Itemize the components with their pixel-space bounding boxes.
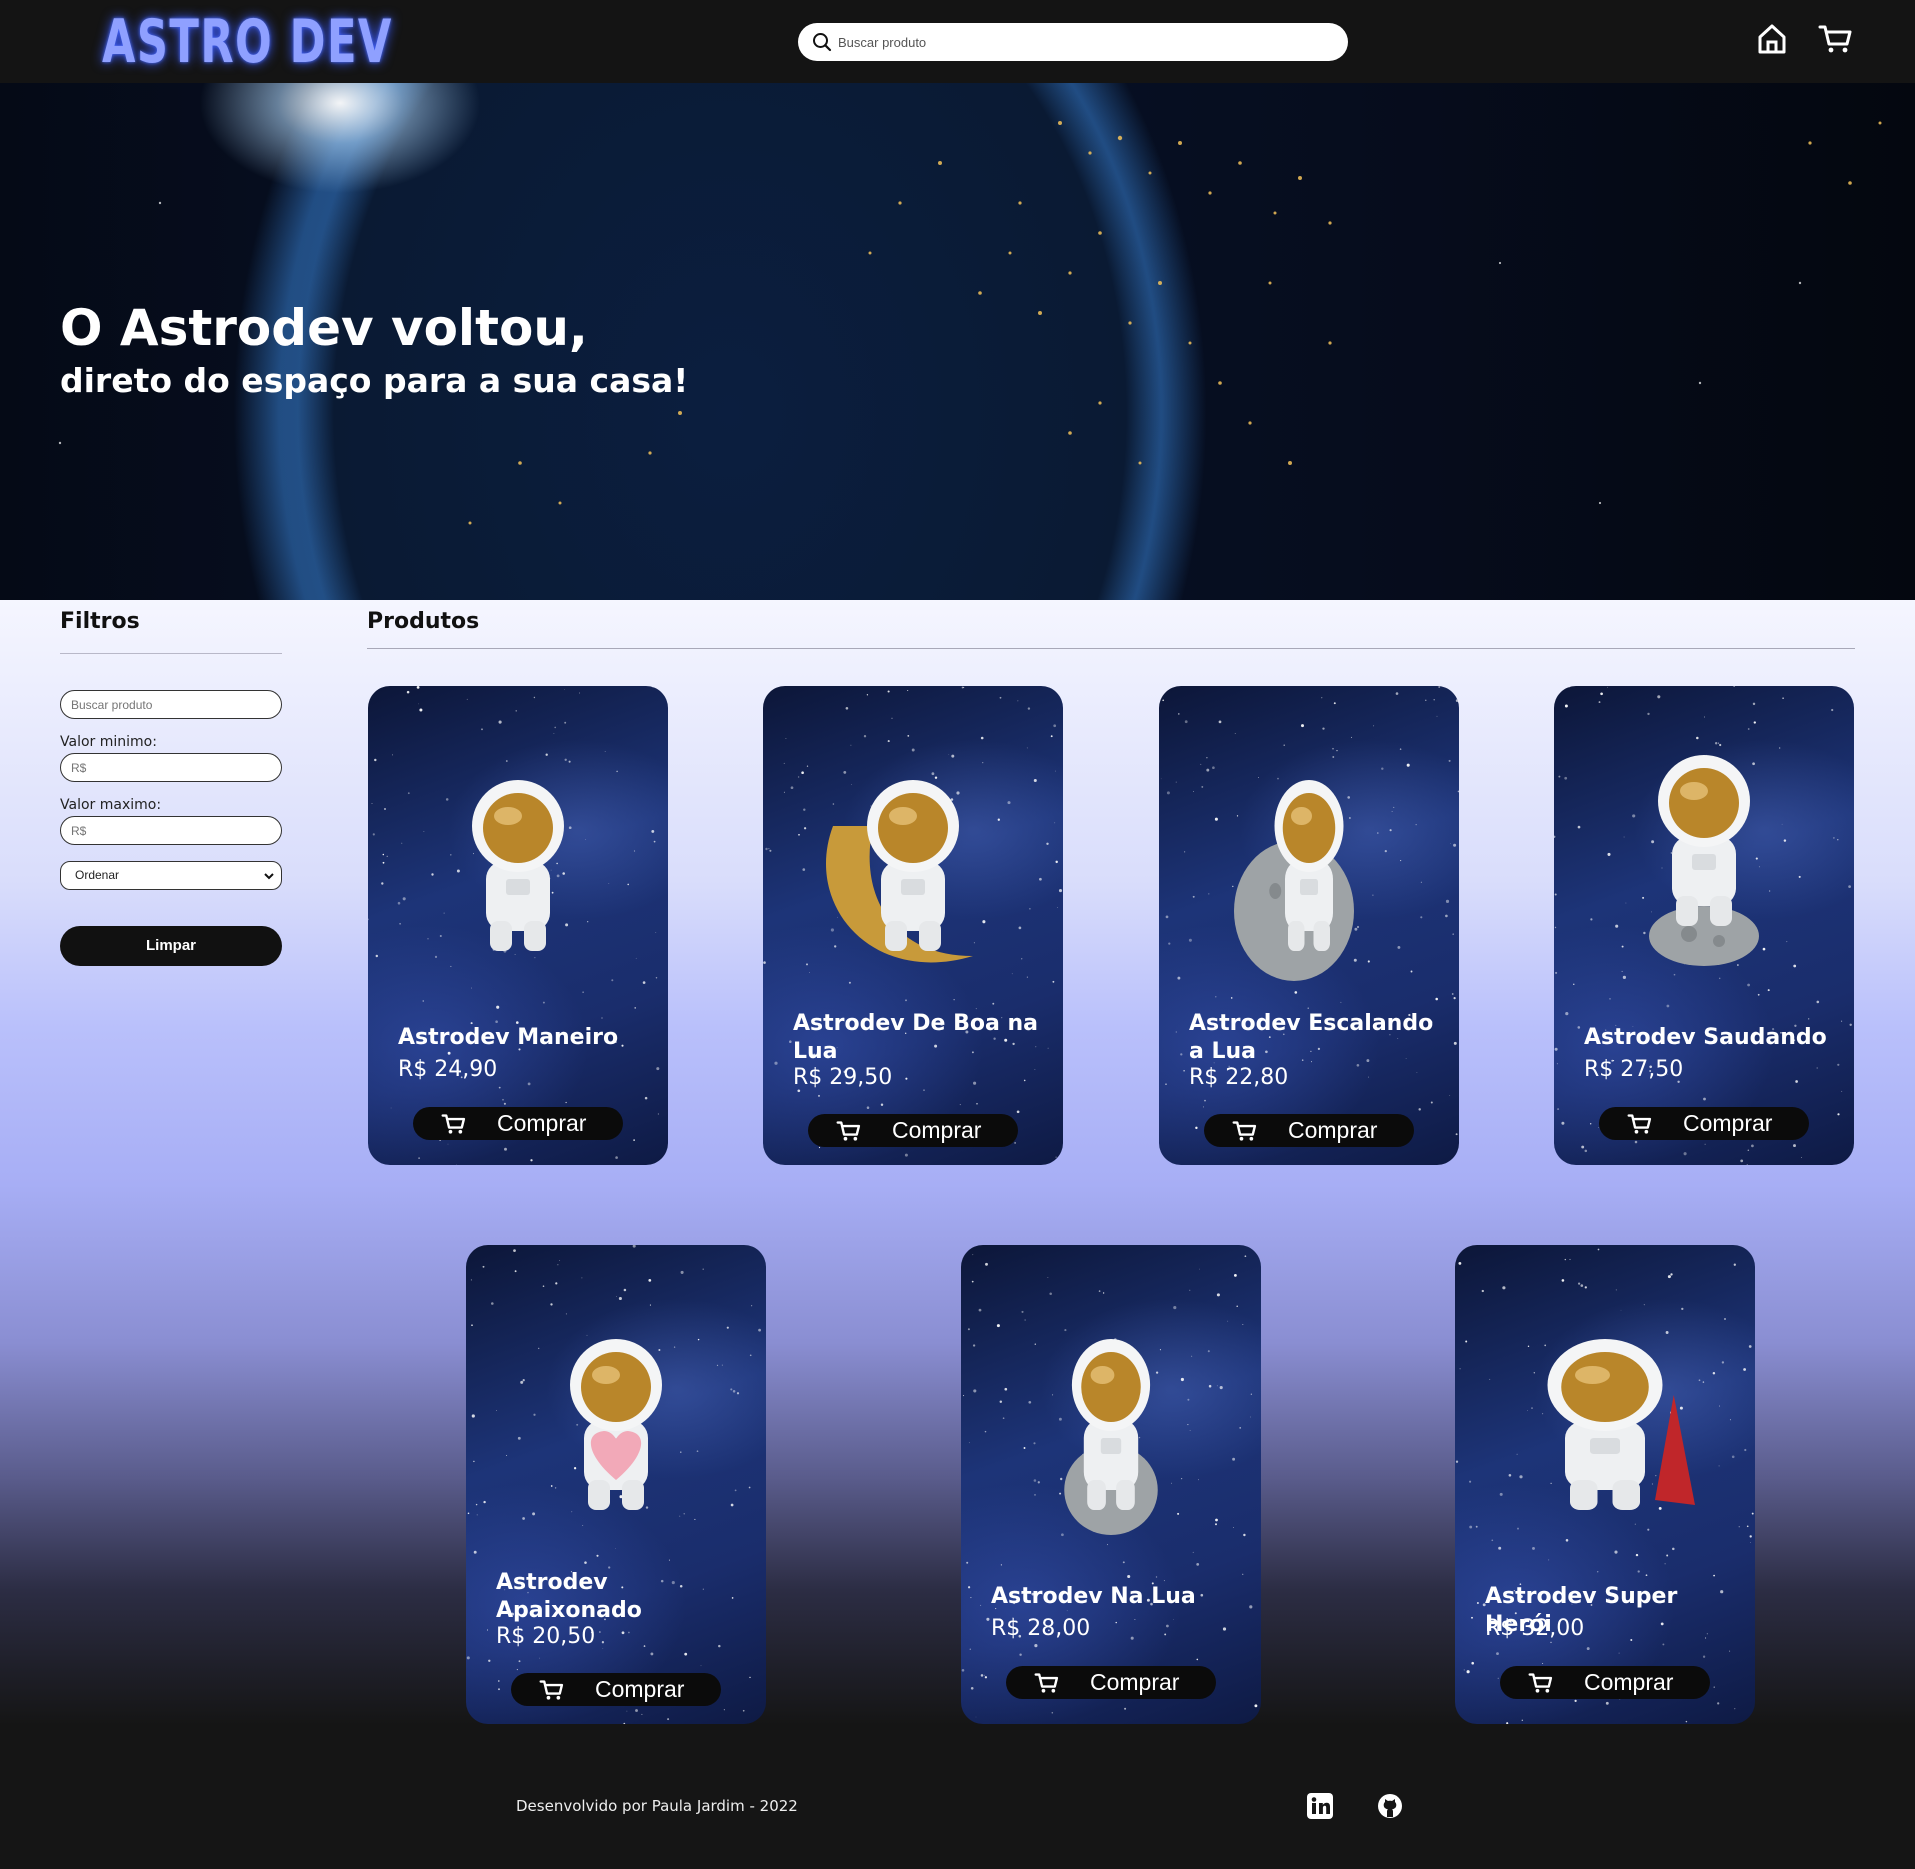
cart-icon: [1818, 25, 1852, 53]
product-price: R$ 32,00: [1485, 1616, 1585, 1641]
cart-icon: [1528, 1672, 1553, 1693]
cart-icon: [1232, 1120, 1257, 1141]
product-card[interactable]: Astrodev De Boa na Lua R$ 29,50 Comprar: [763, 686, 1063, 1165]
buy-button[interactable]: Comprar: [808, 1114, 1018, 1147]
product-image: [825, 780, 973, 963]
product-card[interactable]: Astrodev Maneiro R$ 24,90 Comprar: [368, 686, 668, 1165]
hero-title: O Astrodev voltou,: [60, 299, 588, 357]
main-content: Filtros Valor minimo: Valor maximo: Orde…: [0, 600, 1915, 1725]
filters-divider: [60, 653, 282, 654]
hero-subtitle: direto do espaço para a sua casa!: [60, 361, 689, 400]
filter-search-input[interactable]: [60, 690, 282, 719]
github-icon[interactable]: [1376, 1792, 1404, 1820]
cart-icon: [539, 1679, 564, 1700]
product-price: R$ 29,50: [793, 1065, 893, 1090]
product-price: R$ 27,50: [1584, 1057, 1684, 1082]
site-logo[interactable]: ASTRO DEV: [102, 2, 391, 82]
chevron-down-icon: [264, 873, 274, 880]
cart-icon: [836, 1120, 861, 1141]
product-image: [1064, 1339, 1158, 1535]
header-search-input[interactable]: [838, 34, 1348, 50]
linkedin-icon[interactable]: [1306, 1792, 1334, 1820]
product-image: [1547, 1339, 1695, 1510]
filters-panel: Filtros Valor minimo: Valor maximo: Orde…: [60, 600, 282, 966]
product-price: R$ 20,50: [496, 1624, 596, 1649]
buy-button-label: Comprar: [1090, 1669, 1180, 1695]
clear-filters-button[interactable]: Limpar: [60, 926, 282, 966]
min-value-input[interactable]: [60, 753, 282, 782]
products-title: Produtos: [367, 609, 480, 634]
product-card[interactable]: Astrodev Saudando R$ 27,50 Comprar: [1554, 686, 1854, 1165]
home-button[interactable]: [1753, 20, 1791, 58]
product-card[interactable]: Astrodev Super Herói R$ 32,00 Comprar: [1455, 1245, 1755, 1724]
product-name: Astrodev Na Lua: [991, 1584, 1196, 1609]
footer-credit: Desenvolvido por Paula Jardim - 2022: [516, 1797, 798, 1815]
product-image: [1649, 755, 1759, 966]
product-image: [570, 1339, 662, 1510]
max-value-input[interactable]: [60, 816, 282, 845]
product-card[interactable]: Astrodev Na Lua R$ 28,00 Comprar: [961, 1245, 1261, 1724]
site-footer: Desenvolvido por Paula Jardim - 2022: [0, 1725, 1915, 1869]
buy-button-label: Comprar: [1584, 1669, 1674, 1695]
sort-select[interactable]: Ordenar: [60, 861, 282, 890]
buy-button[interactable]: Comprar: [413, 1107, 623, 1140]
min-value-label: Valor minimo:: [60, 734, 157, 750]
buy-button-label: Comprar: [595, 1676, 685, 1702]
max-value-label: Valor maximo:: [60, 797, 162, 813]
cart-button[interactable]: [1817, 20, 1855, 58]
product-price: R$ 28,00: [991, 1616, 1091, 1641]
product-name: Astrodev Saudando: [1584, 1025, 1827, 1050]
buy-button-label: Comprar: [1288, 1117, 1378, 1143]
product-name: Astrodev Escalando a Lua: [1189, 1011, 1434, 1064]
product-price: R$ 22,80: [1189, 1065, 1289, 1090]
buy-button[interactable]: Comprar: [1006, 1666, 1216, 1699]
header-search-bar[interactable]: [798, 23, 1348, 61]
filters-title: Filtros: [60, 609, 140, 634]
cart-icon: [1627, 1113, 1652, 1134]
buy-button[interactable]: Comprar: [1500, 1666, 1710, 1699]
cart-icon: [441, 1113, 466, 1134]
product-price: R$ 24,90: [398, 1057, 498, 1082]
buy-button[interactable]: Comprar: [511, 1673, 721, 1706]
product-name: Astrodev De Boa na Lua: [793, 1011, 1039, 1064]
home-icon: [1758, 24, 1786, 54]
hero-banner: O Astrodev voltou, direto do espaço para…: [0, 83, 1915, 600]
cart-icon: [1034, 1672, 1059, 1693]
product-name: Astrodev Apaixonado: [496, 1570, 642, 1623]
search-icon: [813, 33, 832, 52]
buy-button[interactable]: Comprar: [1204, 1114, 1414, 1147]
product-card[interactable]: Astrodev Apaixonado R$ 20,50 Comprar: [466, 1245, 766, 1724]
product-name: Astrodev Maneiro: [398, 1025, 619, 1050]
product-image: [1234, 780, 1354, 981]
product-image: [472, 780, 564, 951]
buy-button[interactable]: Comprar: [1599, 1107, 1809, 1140]
sort-select-value: Ordenar: [75, 868, 120, 882]
products-divider: [367, 648, 1855, 649]
top-header: ASTRO DEV: [0, 0, 1915, 83]
buy-button-label: Comprar: [497, 1110, 587, 1136]
product-card[interactable]: Astrodev Escalando a Lua R$ 22,80 Compra…: [1159, 686, 1459, 1165]
buy-button-label: Comprar: [1683, 1110, 1773, 1136]
buy-button-label: Comprar: [892, 1117, 982, 1143]
